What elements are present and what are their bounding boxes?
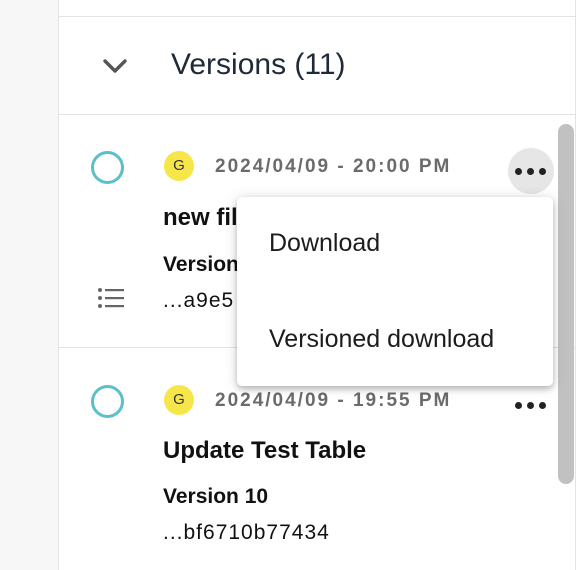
version-title: Update Test Table	[163, 437, 367, 464]
scrollbar-thumb[interactable]	[558, 124, 574, 484]
version-select-radio[interactable]	[91, 385, 124, 418]
versions-section-title: Versions (11)	[171, 48, 346, 81]
menu-item-versioned-download[interactable]: Versioned download	[237, 309, 553, 369]
version-number: Version 10	[163, 485, 269, 508]
list-icon[interactable]	[97, 287, 125, 309]
version-timestamp: 2024/04/09 - 19:55 PM	[215, 390, 452, 411]
avatar: G	[164, 385, 194, 415]
more-horizontal-icon[interactable]	[508, 148, 554, 194]
version-hash: ...a9e5	[163, 289, 235, 312]
more-horizontal-icon[interactable]	[508, 382, 554, 428]
version-hash: ...bf6710b77434	[163, 521, 330, 544]
menu-item-download[interactable]: Download	[237, 213, 553, 273]
divider	[59, 16, 576, 17]
left-gutter	[0, 0, 59, 570]
chevron-down-icon[interactable]	[101, 55, 129, 77]
version-context-menu: Download Versioned download	[237, 197, 553, 386]
